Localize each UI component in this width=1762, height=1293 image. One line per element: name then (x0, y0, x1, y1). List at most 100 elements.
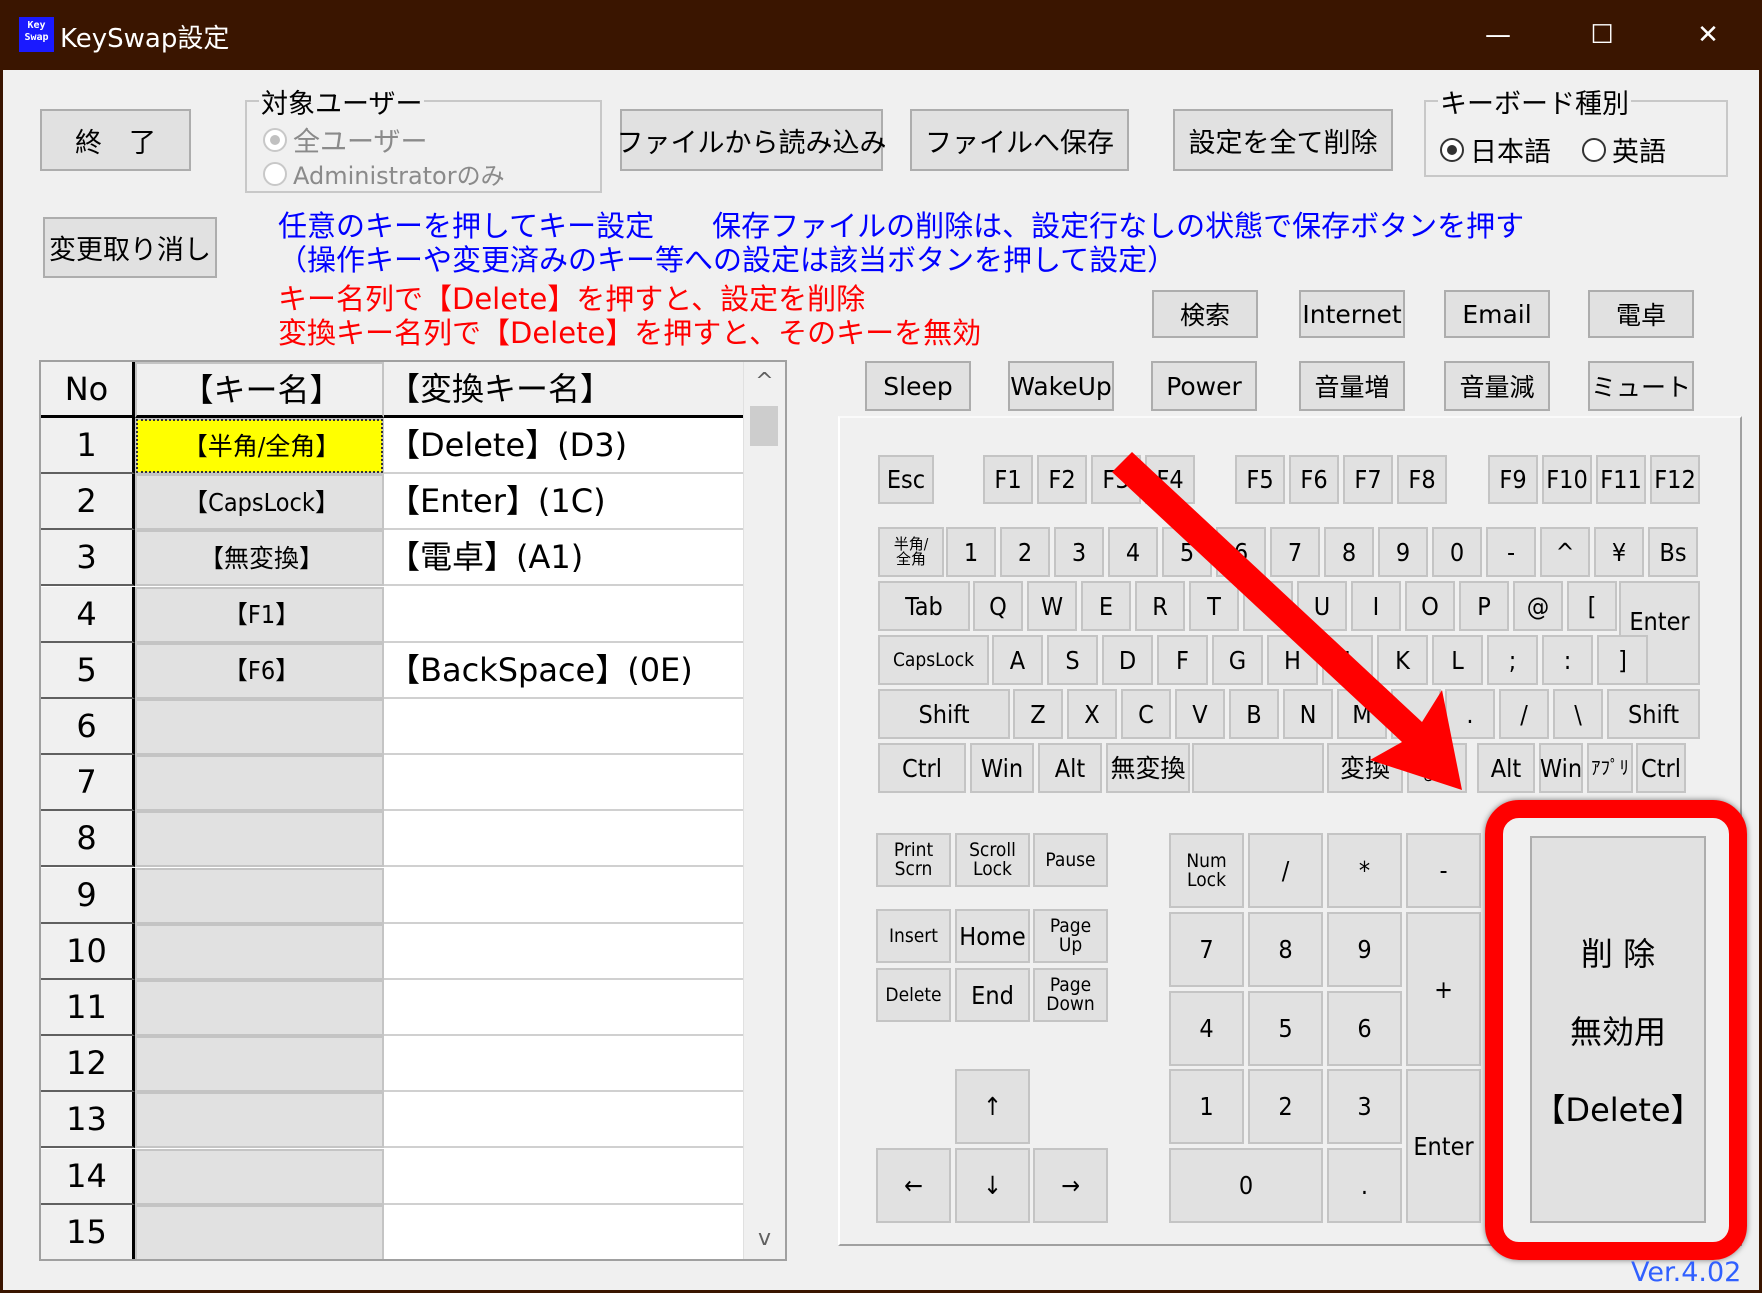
keyboard-key[interactable]: ¥ (1594, 527, 1644, 577)
keyboard-key[interactable]: 3 (1054, 527, 1104, 577)
key-name-cell[interactable] (135, 811, 384, 868)
keyboard-key[interactable]: F10 (1542, 455, 1592, 504)
keyboard-key[interactable]: 6 (1327, 991, 1402, 1066)
keyboard-key[interactable]: Home (955, 909, 1030, 963)
maximize-button[interactable]: ☐ (1577, 14, 1627, 56)
converted-key-name-cell[interactable] (384, 699, 746, 755)
keyboard-key[interactable]: Q (973, 581, 1023, 631)
keyboard-key[interactable]: . (1327, 1148, 1402, 1223)
converted-key-name-cell[interactable] (384, 923, 746, 980)
keyboard-key[interactable]: Insert (876, 909, 951, 963)
keyboard-key[interactable]: Shift (1607, 689, 1700, 739)
keyboard-key[interactable]: 4 (1169, 991, 1244, 1066)
keyboard-key[interactable]: K (1377, 635, 1428, 685)
media-key-button[interactable]: 音量減 (1444, 361, 1550, 411)
keyboard-key[interactable]: W (1027, 581, 1077, 631)
keyboard-key[interactable]: \ (1553, 689, 1603, 739)
undo-changes-button[interactable]: 変更取り消し (43, 217, 217, 278)
keyboard-key[interactable]: 7 (1270, 527, 1320, 577)
media-key-button[interactable]: ミュート (1588, 361, 1694, 411)
keyboard-key[interactable]: ｱﾌﾟﾘ (1587, 743, 1633, 793)
media-key-button[interactable]: Internet (1299, 290, 1405, 338)
table-row[interactable]: 11 (41, 980, 746, 1036)
key-name-cell[interactable] (135, 1148, 384, 1205)
delete-disable-button[interactable]: 削 除 無効用 【Delete】 (1530, 836, 1706, 1223)
delete-all-settings-button[interactable]: 設定を全て削除 (1173, 109, 1393, 171)
keyboard-key[interactable]: H (1267, 635, 1318, 685)
table-row[interactable]: 1 【半角/全角】 【Delete】(D3) (41, 418, 746, 474)
key-name-cell[interactable]: 【CapsLock】 (135, 474, 384, 531)
table-row[interactable]: 10 (41, 923, 746, 980)
keyboard-key[interactable]: 半角/ 全角 (878, 527, 944, 577)
keyboard-key[interactable]: 9 (1327, 912, 1402, 987)
keyboard-key[interactable]: F6 (1289, 455, 1339, 504)
key-name-cell[interactable] (135, 1092, 384, 1149)
keyboard-key[interactable]: F1 (983, 455, 1033, 504)
keyboard-key[interactable]: - (1486, 527, 1536, 577)
keyboard-key[interactable]: 2 (1000, 527, 1050, 577)
keyboard-key[interactable]: ] (1597, 635, 1648, 685)
keyboard-key[interactable]: Y (1243, 581, 1293, 631)
scroll-up-icon[interactable]: ^ (744, 362, 785, 402)
keyboard-key[interactable]: Pause (1033, 833, 1108, 887)
key-name-cell[interactable]: 【F1】 (135, 586, 384, 643)
keyboard-key[interactable] (1192, 743, 1324, 793)
keyboard-key[interactable]: . (1445, 689, 1495, 739)
keyboard-key[interactable]: 1 (946, 527, 996, 577)
vertical-scrollbar[interactable]: ^ v (743, 362, 785, 1259)
keyboard-key[interactable]: Enter (1406, 1069, 1481, 1223)
keyboard-key[interactable]: / (1499, 689, 1549, 739)
keyboard-key[interactable]: F8 (1397, 455, 1447, 504)
keyboard-key[interactable]: R (1135, 581, 1185, 631)
key-name-cell[interactable] (135, 1204, 384, 1259)
key-name-cell[interactable]: 【半角/全角】 (135, 418, 384, 474)
radio-all-users[interactable]: 全ユーザー (263, 120, 427, 159)
keyboard-key[interactable]: 4 (1108, 527, 1158, 577)
converted-key-name-cell[interactable] (384, 1204, 746, 1259)
keyboard-key[interactable]: 1 (1169, 1069, 1244, 1144)
keyboard-key[interactable]: 0 (1432, 527, 1482, 577)
media-key-button[interactable]: Power (1151, 361, 1257, 411)
keyboard-key[interactable]: Win (970, 743, 1034, 793)
scroll-down-icon[interactable]: v (744, 1219, 785, 1259)
keyboard-key[interactable]: Ctrl (878, 743, 966, 793)
keyboard-key[interactable]: ; (1487, 635, 1538, 685)
keyboard-key[interactable]: F2 (1037, 455, 1087, 504)
keyboard-key[interactable]: Esc (878, 455, 934, 504)
keyboard-key[interactable]: J (1322, 635, 1373, 685)
keyboard-key[interactable]: U (1297, 581, 1347, 631)
converted-key-name-cell[interactable] (384, 811, 746, 868)
table-row[interactable]: 3 【無変換】 【電卓】(A1) (41, 530, 746, 587)
table-row[interactable]: 2 【CapsLock】 【Enter】(1C) (41, 474, 746, 531)
media-key-button[interactable]: WakeUp (1008, 361, 1114, 411)
converted-key-name-cell[interactable]: 【電卓】(A1) (384, 530, 746, 587)
table-row[interactable]: 13 (41, 1092, 746, 1149)
key-name-cell[interactable] (135, 980, 384, 1036)
header-no[interactable]: No (41, 362, 135, 418)
keyboard-key[interactable]: F9 (1488, 455, 1538, 504)
converted-key-name-cell[interactable] (384, 586, 746, 643)
save-to-file-button[interactable]: ファイルへ保存 (910, 109, 1129, 171)
keyboard-key[interactable]: F5 (1235, 455, 1285, 504)
keyboard-key[interactable]: CapsLock (878, 635, 989, 685)
keyboard-key[interactable]: 6 (1216, 527, 1266, 577)
keyboard-key[interactable]: L (1432, 635, 1483, 685)
keyboard-key[interactable]: Tab (878, 581, 970, 631)
keyboard-key[interactable]: Alt (1038, 743, 1102, 793)
keyboard-key[interactable]: 7 (1169, 912, 1244, 987)
table-row[interactable]: 6 (41, 699, 746, 755)
keyboard-key[interactable]: → (1033, 1148, 1108, 1223)
keyboard-key[interactable]: D (1102, 635, 1153, 685)
keyboard-key[interactable]: + (1406, 912, 1481, 1066)
load-from-file-button[interactable]: ファイルから読み込み (617, 109, 887, 171)
keyboard-key[interactable]: Print Scrn (876, 833, 951, 887)
keyboard-key[interactable]: Shift (878, 689, 1010, 739)
keyboard-key[interactable]: : (1542, 635, 1593, 685)
converted-key-name-cell[interactable] (384, 1036, 746, 1093)
key-name-cell[interactable] (135, 867, 384, 924)
header-converted-key-name[interactable]: 【変換キー名】 (384, 362, 746, 418)
converted-key-name-cell[interactable] (384, 867, 746, 924)
key-name-cell[interactable] (135, 1036, 384, 1093)
radio-japanese[interactable]: 日本語 (1440, 130, 1551, 169)
keyboard-key[interactable]: P (1459, 581, 1509, 631)
